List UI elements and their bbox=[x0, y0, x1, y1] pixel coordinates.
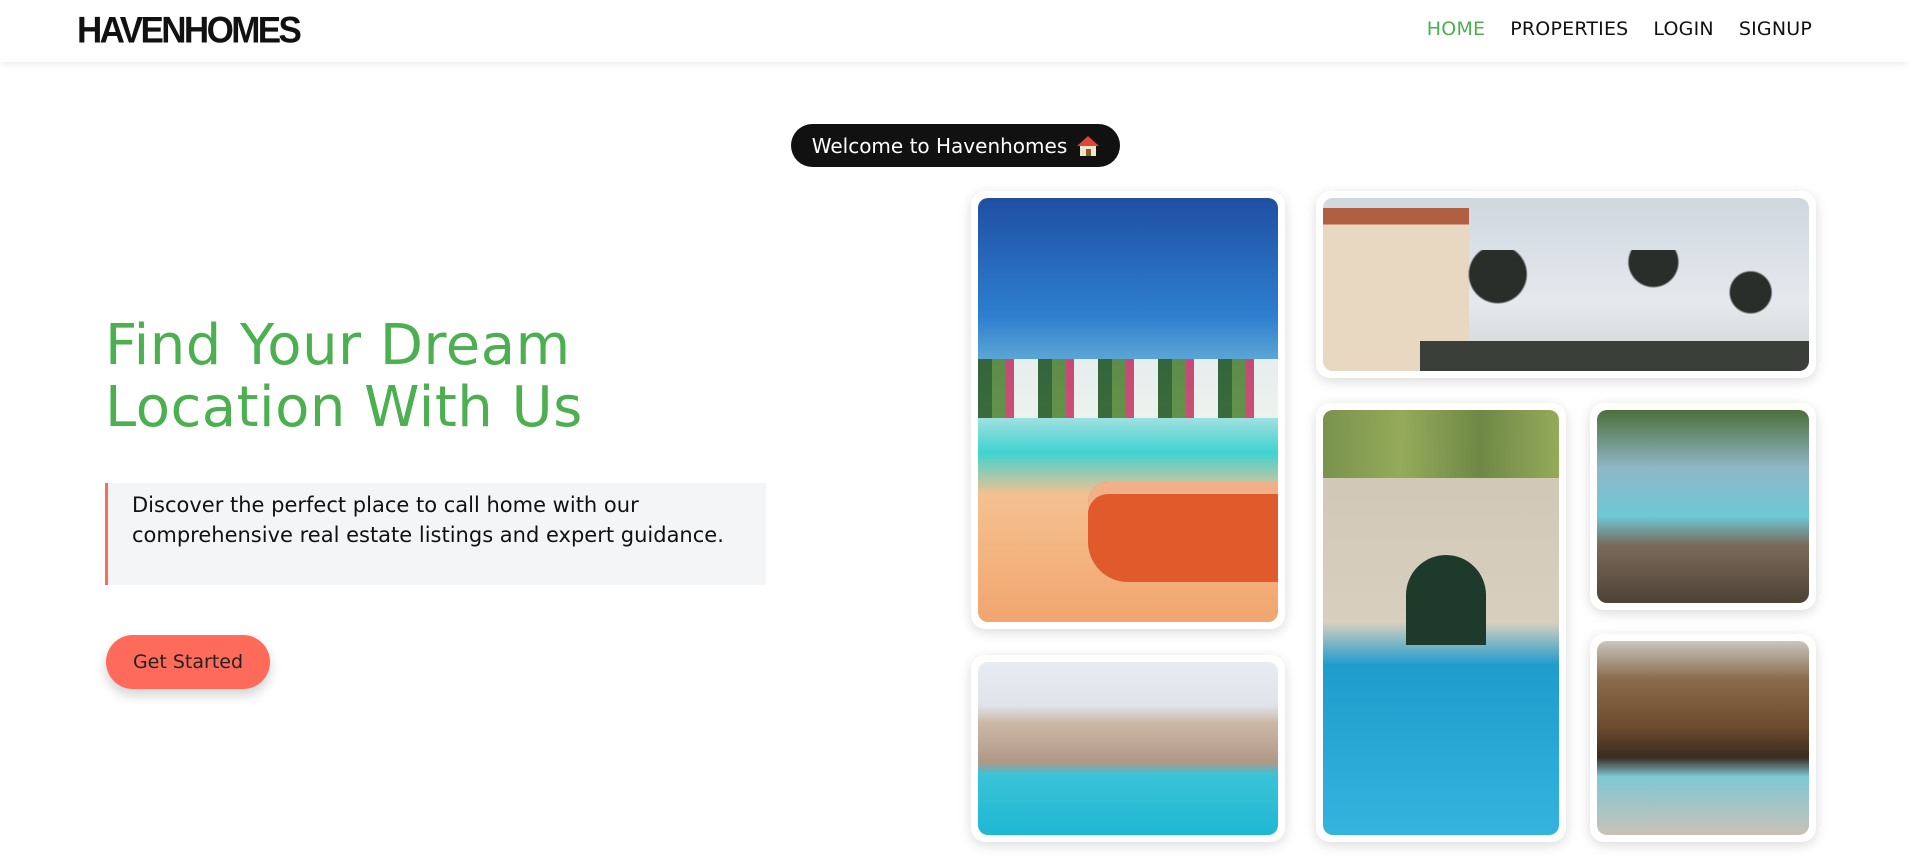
gallery-card-beach-resort bbox=[971, 191, 1285, 629]
site-logo[interactable]: HAVENHOMES bbox=[77, 10, 302, 52]
nav-link-login[interactable]: LOGIN bbox=[1653, 18, 1713, 40]
hotel-pool-image bbox=[978, 662, 1278, 835]
hero-description: Discover the perfect place to call home … bbox=[105, 483, 766, 585]
welcome-badge: Welcome to Havenhomes bbox=[791, 124, 1120, 167]
nav-links: HOME PROPERTIES LOGIN SIGNUP bbox=[1427, 18, 1812, 40]
navbar: HAVENHOMES HOME PROPERTIES LOGIN SIGNUP bbox=[0, 0, 1908, 62]
gallery-card-courtyard-pool bbox=[1316, 403, 1566, 842]
house-icon bbox=[1077, 135, 1100, 156]
courtyard-pool-image bbox=[1323, 410, 1559, 835]
nav-link-properties[interactable]: PROPERTIES bbox=[1510, 18, 1628, 40]
hero-title-line-1: Find Your Dream bbox=[105, 313, 571, 378]
gallery-card-palm-trees bbox=[1316, 191, 1816, 378]
palm-trees-image bbox=[1323, 198, 1809, 371]
gallery-card-hotel-pool bbox=[971, 655, 1285, 842]
nav-link-home[interactable]: HOME bbox=[1427, 18, 1485, 40]
welcome-badge-text: Welcome to Havenhomes bbox=[811, 133, 1068, 158]
hero-title-line-2: Location With Us bbox=[105, 375, 583, 440]
gallery-card-thatched-lodge bbox=[1590, 634, 1816, 842]
thatched-lodge-image bbox=[1597, 641, 1809, 835]
nav-link-signup[interactable]: SIGNUP bbox=[1739, 18, 1812, 40]
deck-infinity-pool-image bbox=[1597, 410, 1809, 603]
hero-title: Find Your Dream Location With Us bbox=[105, 315, 805, 439]
beach-resort-image bbox=[978, 198, 1278, 622]
get-started-button[interactable]: Get Started bbox=[106, 635, 270, 689]
gallery-card-deck-infinity-pool bbox=[1590, 403, 1816, 610]
